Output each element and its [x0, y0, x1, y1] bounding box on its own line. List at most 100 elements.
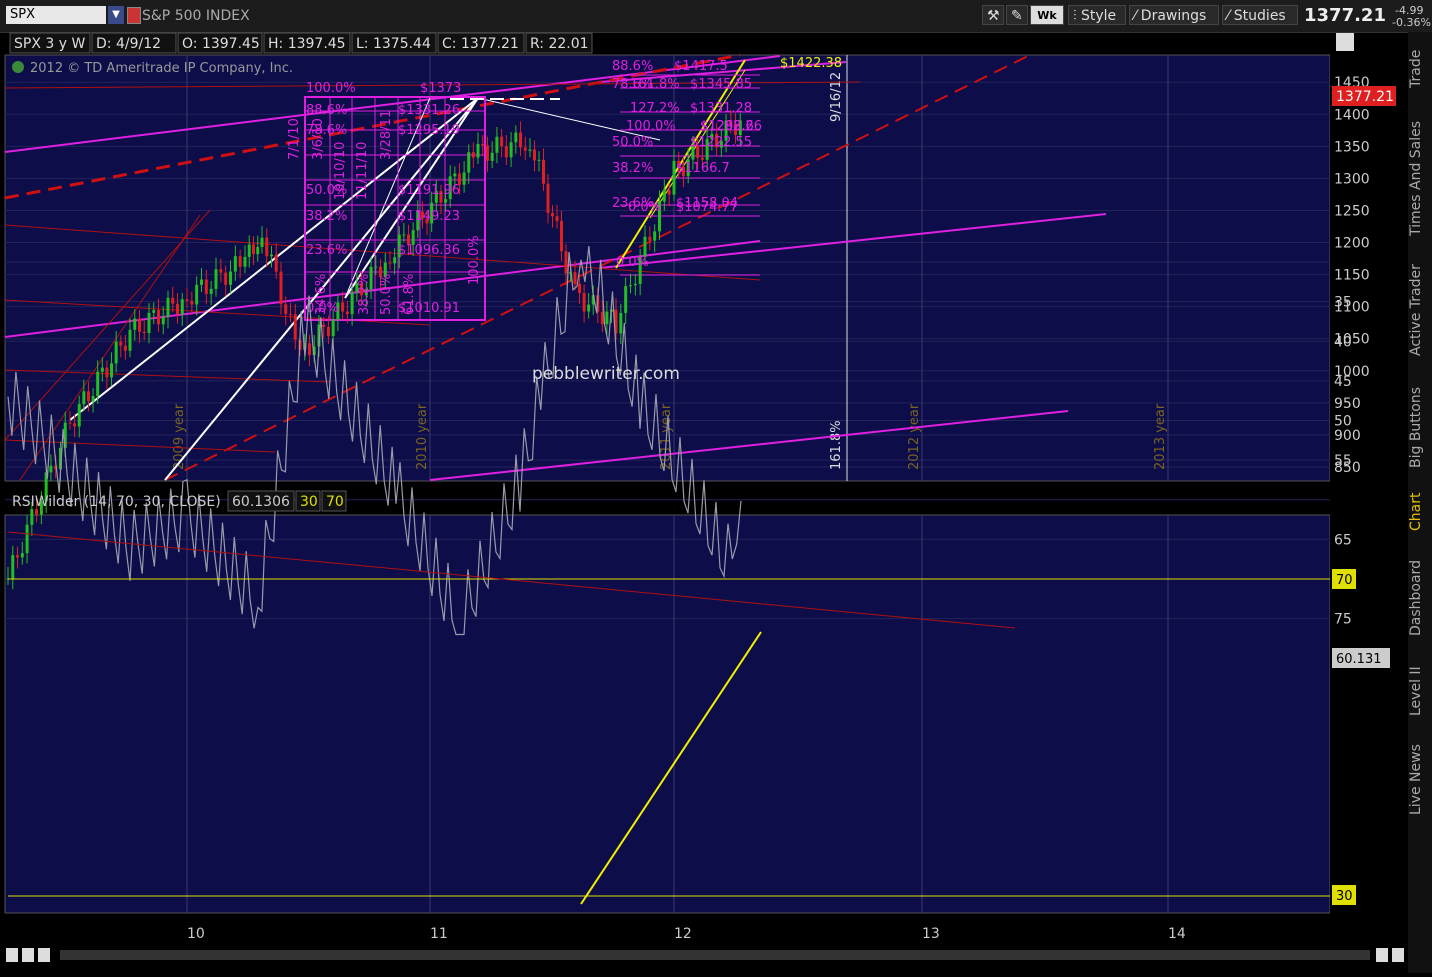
- tab-active-trader[interactable]: Active Trader: [1408, 258, 1432, 362]
- candle-body: [587, 304, 591, 312]
- period-button[interactable]: Wk: [1030, 5, 1064, 25]
- tab-level-ii[interactable]: Level II: [1408, 662, 1432, 720]
- symbol-input[interactable]: SPX: [6, 6, 106, 24]
- fib-right-price: $1166.7: [676, 161, 730, 176]
- candle-body: [20, 553, 24, 558]
- candle-body: [564, 251, 568, 274]
- chart-canvas[interactable]: 2009 year 2010 year 2011 year 2012 year …: [0, 32, 1408, 977]
- fib-vertical-label: 10/10/10: [333, 142, 348, 200]
- pan-icon[interactable]: [38, 948, 50, 962]
- rsi-70-tag: 70: [1336, 573, 1353, 588]
- candle-body: [190, 300, 194, 305]
- fib-ext-label: 161.8%: [829, 420, 844, 470]
- tab-big-buttons[interactable]: Big Buttons: [1408, 382, 1432, 472]
- zoom-in-icon[interactable]: [22, 948, 34, 962]
- year-label-2009: 2009 year: [172, 403, 187, 470]
- candle-body: [653, 231, 657, 241]
- rsi-y-tick: 55: [1334, 453, 1352, 469]
- fib-price-label: $1295.19: [398, 123, 460, 138]
- fib-level-label: 88.6%: [306, 103, 347, 118]
- fib-right-price: $1345.85: [690, 77, 752, 92]
- x-tick: 10: [187, 926, 205, 942]
- candle-body: [229, 271, 232, 285]
- fib-right-level: 100.0%: [626, 119, 676, 134]
- drawing-tool-icon[interactable]: ⚒: [982, 5, 1004, 25]
- x-tick: 12: [674, 926, 692, 942]
- fib-level-label: 38.2%: [306, 209, 347, 224]
- fib-right-level: 161.8%: [630, 77, 680, 92]
- candle-body: [643, 236, 647, 257]
- fib-vertical-label: 3/6/10: [311, 118, 326, 160]
- scroll-right-icon[interactable]: [1376, 948, 1388, 962]
- header-date: D: 4/9/12: [96, 36, 161, 52]
- studies-button[interactable]: ⁄ Studies: [1222, 5, 1298, 25]
- candle-body: [629, 285, 632, 287]
- candle-body: [161, 316, 165, 325]
- copyright-text: 2012 © TD Ameritrade IP Company, Inc.: [30, 61, 293, 76]
- right-sidebar: Trade Times And Sales Active Trader Big …: [1408, 32, 1432, 973]
- candle-body: [265, 237, 269, 257]
- rsi-y-tick: 35: [1334, 295, 1352, 311]
- candle-body: [25, 524, 29, 554]
- watermark-text: pebblewriter.com: [532, 364, 680, 384]
- tab-chart[interactable]: Chart: [1408, 486, 1432, 538]
- candle-body: [166, 297, 170, 317]
- fib-price-label: $1331.26: [398, 103, 460, 118]
- price-y-tick: 1150: [1334, 268, 1370, 284]
- price-y-tick: 1300: [1334, 171, 1370, 187]
- tab-live-news[interactable]: Live News: [1408, 738, 1432, 822]
- price-y-tick: 900: [1334, 428, 1361, 444]
- tab-times-and-sales[interactable]: Times And Sales: [1408, 116, 1432, 240]
- candle-body: [648, 236, 652, 241]
- rsi-30-tag: 30: [1336, 889, 1353, 904]
- candle-body: [560, 220, 563, 252]
- chart-settings-icon[interactable]: [1336, 33, 1354, 51]
- fib-price-label: $1191.96: [398, 183, 460, 198]
- candle-body: [624, 286, 628, 313]
- candle-body: [289, 314, 292, 316]
- candle-body: [582, 293, 586, 312]
- fib-right-price: $1331.28: [690, 101, 752, 116]
- candle-body: [68, 422, 72, 424]
- candle-body: [393, 257, 397, 264]
- year-label-2012: 2012 year: [907, 403, 922, 470]
- fib-vertical-label: 7/1/10: [287, 118, 302, 160]
- candle-body: [219, 269, 223, 273]
- candle-body: [91, 395, 95, 402]
- last-price: 1377.21: [1304, 5, 1386, 26]
- wrench-icon[interactable]: ✎: [1006, 5, 1028, 25]
- candle-body: [279, 271, 283, 305]
- candle-body: [233, 256, 237, 272]
- candle-body: [546, 183, 550, 214]
- horizontal-scrollbar[interactable]: [60, 950, 1370, 960]
- candle-body: [350, 292, 354, 315]
- price-y-tick: 1200: [1334, 236, 1370, 252]
- symbol-name: S&P 500 INDEX: [142, 8, 250, 24]
- candle-body: [504, 146, 508, 158]
- rsi-value: 60.1306: [232, 494, 290, 510]
- symbol-dropdown-button[interactable]: ▼: [108, 6, 124, 24]
- candle-body: [204, 279, 208, 294]
- date-marker-label: 9/16/12: [829, 72, 844, 122]
- header-close: C: 1377.21: [442, 36, 519, 52]
- info-icon[interactable]: [12, 61, 24, 73]
- drawings-button[interactable]: ⁄ Drawings: [1129, 5, 1219, 25]
- fib-vertical-label: 61.8%: [402, 274, 417, 315]
- candle-body: [388, 262, 392, 264]
- x-tick: 13: [922, 926, 940, 942]
- tab-trade[interactable]: Trade: [1408, 40, 1432, 98]
- style-button[interactable]: ⫶ Style: [1068, 5, 1126, 25]
- price-y-tick: 1350: [1334, 139, 1370, 155]
- candle-body: [467, 152, 471, 173]
- scroll-left-icon[interactable]: [1392, 948, 1404, 962]
- candle-body: [490, 152, 494, 161]
- candle-body: [224, 272, 228, 285]
- fib-vertical-label: 11/11/10: [355, 142, 370, 200]
- year-label-2010: 2010 year: [415, 403, 430, 470]
- zoom-out-icon[interactable]: [6, 948, 18, 962]
- candle-body: [86, 391, 90, 402]
- header-high: H: 1397.45: [268, 36, 346, 52]
- candle-body: [243, 256, 247, 267]
- tab-dashboard[interactable]: Dashboard: [1408, 554, 1432, 642]
- symbol-link-icon[interactable]: [127, 7, 141, 24]
